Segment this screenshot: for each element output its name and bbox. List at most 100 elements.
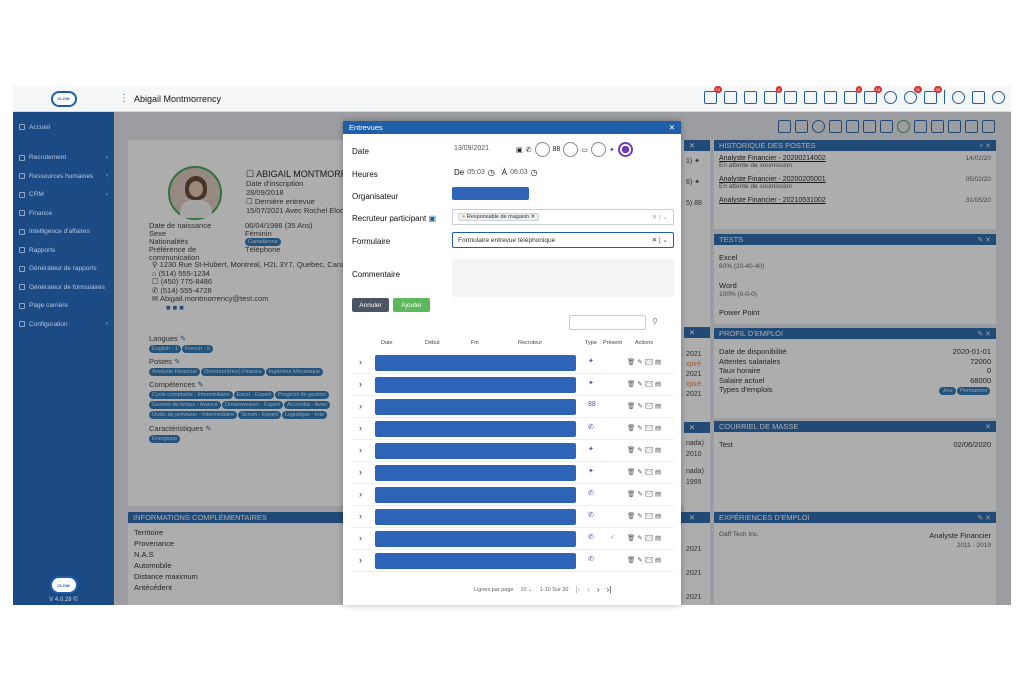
interview-type-icon: ✦ xyxy=(588,446,594,453)
chevron-left-icon: ‹ xyxy=(106,191,108,198)
row-actions[interactable]: 🗑✎✉▤ xyxy=(627,380,663,388)
row-actions[interactable]: 🗑✎✉▤ xyxy=(627,358,663,366)
table-row[interactable]: › ✆ ✓ 🗑✎✉▤ xyxy=(352,528,674,550)
remove-tag-icon[interactable]: ✕ xyxy=(530,214,535,220)
row-actions[interactable]: 🗑✎✉▤ xyxy=(627,512,663,520)
expand-chevron-icon[interactable]: › xyxy=(359,423,362,433)
folder-badge-icon[interactable]: 4 xyxy=(764,86,782,104)
radio-phone[interactable] xyxy=(534,142,550,157)
sidebar-item-intelligence[interactable]: Intelligence d'affaires xyxy=(13,223,114,242)
expand-chevron-icon[interactable]: › xyxy=(359,489,362,499)
close-icon[interactable]: ✕ xyxy=(669,123,675,132)
table-row[interactable]: › ✆ 🗑✎✉▤ xyxy=(352,484,674,506)
first-page-icon[interactable]: |‹ xyxy=(575,585,580,594)
interview-type-icon: ✆ xyxy=(588,512,594,519)
row-actions[interactable]: 🗑✎✉▤ xyxy=(627,402,663,410)
row-actions[interactable]: 🗑✎✉▤ xyxy=(627,446,663,454)
kebab-menu-icon[interactable]: ⋮ xyxy=(114,93,134,104)
col-debut[interactable]: Début xyxy=(425,340,440,346)
date-input[interactable]: 13/09/2021 xyxy=(454,145,489,152)
formulaire-select[interactable]: Formulaire entrevue téléphonique ✕ | ⌄ xyxy=(452,232,674,248)
table-row[interactable]: › ✦ 🗑✎✉▤ xyxy=(352,374,674,396)
row-actions[interactable]: 🗑✎✉▤ xyxy=(627,534,663,542)
search-icon[interactable]: ⚲ xyxy=(652,317,658,326)
folders-icon[interactable] xyxy=(724,90,737,104)
calendar-icon[interactable]: ▣ xyxy=(516,146,523,154)
add-folder-icon[interactable] xyxy=(744,90,757,104)
expand-chevron-icon[interactable]: › xyxy=(359,401,362,411)
sidebar-item-finance[interactable]: Finance xyxy=(13,204,114,223)
expand-chevron-icon[interactable]: › xyxy=(359,357,362,367)
clear-chevron-icons[interactable]: ✕ | ⌄ xyxy=(652,236,668,244)
table-row[interactable]: › ✆ 🗑✎✉▤ xyxy=(352,506,674,528)
calendar-badge-icon[interactable]: 2 xyxy=(844,86,862,104)
ajouter-button[interactable]: Ajouter xyxy=(393,298,430,312)
calendar-icon[interactable] xyxy=(784,90,797,104)
expand-chevron-icon[interactable]: › xyxy=(359,511,362,521)
expand-chevron-icon[interactable]: › xyxy=(359,467,362,477)
users-icon[interactable] xyxy=(824,90,837,104)
recruteur-tag[interactable]: ● Responsable de magasin ✕ xyxy=(458,213,540,221)
col-fin[interactable]: Fin xyxy=(471,340,479,346)
commentaire-textarea[interactable] xyxy=(452,259,674,297)
organisateur-value[interactable] xyxy=(452,187,529,200)
sidebar-item-ressources-humaines[interactable]: Ressources humaines ‹ xyxy=(13,167,114,186)
home-icon xyxy=(19,124,25,131)
row-actions[interactable]: 🗑✎✉▤ xyxy=(627,490,663,498)
flag-icon[interactable] xyxy=(972,90,985,104)
row-actions[interactable]: 🗑✎✉▤ xyxy=(627,468,663,476)
col-recruteur[interactable]: Recruteur xyxy=(518,340,542,346)
settings-icon xyxy=(19,321,25,328)
sidebar-item-accueil[interactable]: Accueil xyxy=(13,118,114,137)
sidebar-item-configuration[interactable]: Configuration ‹ xyxy=(13,315,114,334)
row-actions[interactable]: 🗑✎✉▤ xyxy=(627,424,663,432)
col-present[interactable]: Présent xyxy=(603,340,622,346)
next-page-icon[interactable]: › xyxy=(597,585,600,594)
table-search-input[interactable] xyxy=(569,315,646,330)
table-row[interactable]: › 88 🗑✎✉▤ xyxy=(352,396,674,418)
table-row[interactable]: › ✦ 🗑✎✉▤ xyxy=(352,440,674,462)
topbar-icons: 74 4 2 15 11 29 xyxy=(704,86,1005,104)
col-date[interactable]: Date xyxy=(381,340,393,346)
start-time-input[interactable]: 05:03 xyxy=(467,169,485,176)
redacted-cell xyxy=(375,355,576,371)
truck-icon[interactable]: 15 xyxy=(864,86,882,104)
sidebar-item-recrutement[interactable]: Recrutement ‹ xyxy=(13,149,114,168)
sidebar-item-crm[interactable]: CRM ‹ xyxy=(13,186,114,205)
radio-video[interactable] xyxy=(590,142,606,157)
radio-in-person[interactable] xyxy=(563,142,579,157)
shield-icon[interactable] xyxy=(884,90,897,104)
annuler-button[interactable]: Annuler xyxy=(352,298,389,312)
table-row[interactable]: › ✆ 🗑✎✉▤ xyxy=(352,550,674,572)
sidebar-item-generateur-rapports[interactable]: Générateur de rapports xyxy=(13,260,114,279)
expand-chevron-icon[interactable]: › xyxy=(359,555,362,565)
row-actions[interactable]: 🗑✎✉▤ xyxy=(627,556,663,564)
list-icon[interactable]: 29 xyxy=(924,86,942,104)
col-type[interactable]: Type xyxy=(585,340,597,346)
present-icon[interactable]: ✓ xyxy=(610,533,616,541)
sidebar-item-rapports[interactable]: Rapports xyxy=(13,241,114,260)
user-profile-icon[interactable] xyxy=(992,90,1005,104)
clear-chevron-icons[interactable]: ✕ | ⌄ xyxy=(652,213,668,221)
search-icon[interactable] xyxy=(952,90,965,104)
expand-chevron-icon[interactable]: › xyxy=(359,445,362,455)
table-row[interactable]: › ✆ 🗑✎✉▤ xyxy=(352,418,674,440)
table-row[interactable]: › ✦ 🗑✎✉▤ xyxy=(352,352,674,374)
expand-chevron-icon[interactable]: › xyxy=(359,379,362,389)
sidebar-item-generateur-formulaires[interactable]: Générateur de formulaires xyxy=(13,278,114,297)
radio-teams[interactable] xyxy=(617,142,633,157)
prev-page-icon[interactable]: ‹ xyxy=(587,585,590,594)
modal-header: Entrevues ✕ xyxy=(343,121,681,134)
calendar-add-icon[interactable] xyxy=(804,90,817,104)
rows-per-page-select[interactable]: 10 ⌄ xyxy=(520,587,532,593)
end-time-input[interactable]: 06:03 xyxy=(510,169,528,176)
table-row[interactable]: › ✦ 🗑✎✉▤ xyxy=(352,462,674,484)
logo[interactable]: CLOW xyxy=(13,86,114,112)
last-page-icon[interactable]: ›| xyxy=(607,585,612,594)
recruteur-select[interactable]: ● Responsable de magasin ✕ ✕ | ⌄ xyxy=(452,209,674,225)
expand-chevron-icon[interactable]: › xyxy=(359,533,362,543)
bell-icon[interactable]: 11 xyxy=(904,86,922,104)
sidebar-item-page-carriere[interactable]: Page carrière xyxy=(13,297,114,316)
info-icon[interactable]: ▣ xyxy=(429,214,437,223)
mail-icon[interactable]: 74 xyxy=(704,86,722,104)
